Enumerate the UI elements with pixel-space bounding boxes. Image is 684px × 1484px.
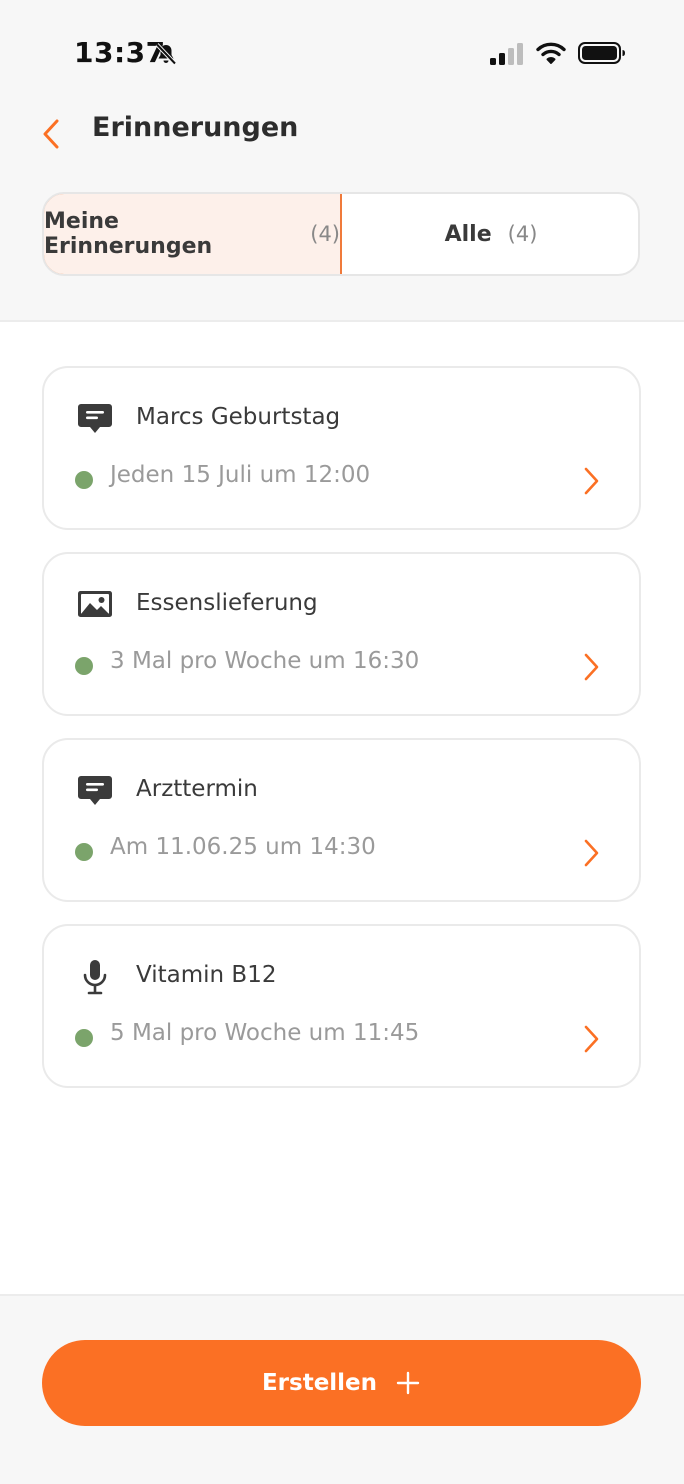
reminder-schedule: 3 Mal pro Woche um 16:30 xyxy=(110,648,420,674)
tab-label: Alle xyxy=(444,221,492,247)
battery-icon xyxy=(578,42,625,64)
reminder-card[interactable]: Marcs Geburtstag Jeden 15 Juli um 12:00 xyxy=(42,366,641,530)
status-dot xyxy=(75,471,93,489)
cellular-signal-icon xyxy=(490,43,523,65)
image-icon xyxy=(78,591,112,617)
create-button-label: Erstellen xyxy=(261,1370,378,1396)
reminder-card[interactable]: Arzttermin Am 11.06.25 um 14:30 xyxy=(42,738,641,902)
chevron-right-icon xyxy=(584,839,599,867)
page-title: Erinnerungen xyxy=(92,112,299,143)
chevron-right-icon xyxy=(584,1025,599,1053)
segmented-control: Meine Erinnerungen (4) Alle (4) xyxy=(42,192,640,276)
tab-count: (4) xyxy=(310,222,340,246)
chevron-right-icon xyxy=(584,653,599,681)
microphone-icon xyxy=(83,960,107,995)
create-button[interactable]: Erstellen xyxy=(42,1340,641,1426)
tab-alle[interactable]: Alle (4) xyxy=(342,194,638,274)
status-bar: 13:37 xyxy=(0,0,684,100)
reminder-card[interactable]: Vitamin B12 5 Mal pro Woche um 11:45 xyxy=(42,924,641,1088)
status-dot xyxy=(75,1029,93,1047)
message-icon xyxy=(78,776,112,805)
header: Erinnerungen xyxy=(0,100,684,170)
status-dot xyxy=(75,843,93,861)
tab-meine-erinnerungen[interactable]: Meine Erinnerungen (4) xyxy=(44,194,342,274)
reminder-title: Arzttermin xyxy=(136,776,258,802)
chevron-right-icon xyxy=(584,467,599,495)
bell-slash-icon xyxy=(155,43,177,65)
reminder-list-area: Marcs Geburtstag Jeden 15 Juli um 12:00 … xyxy=(0,320,684,1296)
reminder-card[interactable]: Essenslieferung 3 Mal pro Woche um 16:30 xyxy=(42,552,641,716)
chevron-left-icon[interactable] xyxy=(40,118,64,150)
reminder-title: Marcs Geburtstag xyxy=(136,404,341,430)
reminder-schedule: Jeden 15 Juli um 12:00 xyxy=(110,462,371,488)
reminder-schedule: 5 Mal pro Woche um 11:45 xyxy=(110,1020,420,1046)
reminder-schedule: Am 11.06.25 um 14:30 xyxy=(110,834,376,860)
reminder-title: Essenslieferung xyxy=(136,590,318,616)
plus-icon xyxy=(396,1371,420,1395)
tab-count: (4) xyxy=(507,222,538,246)
wifi-icon xyxy=(536,42,566,64)
status-time: 13:37 xyxy=(74,36,166,69)
reminder-title: Vitamin B12 xyxy=(136,962,277,988)
message-icon xyxy=(78,404,112,433)
tab-label: Meine Erinnerungen xyxy=(44,209,213,259)
status-dot xyxy=(75,657,93,675)
